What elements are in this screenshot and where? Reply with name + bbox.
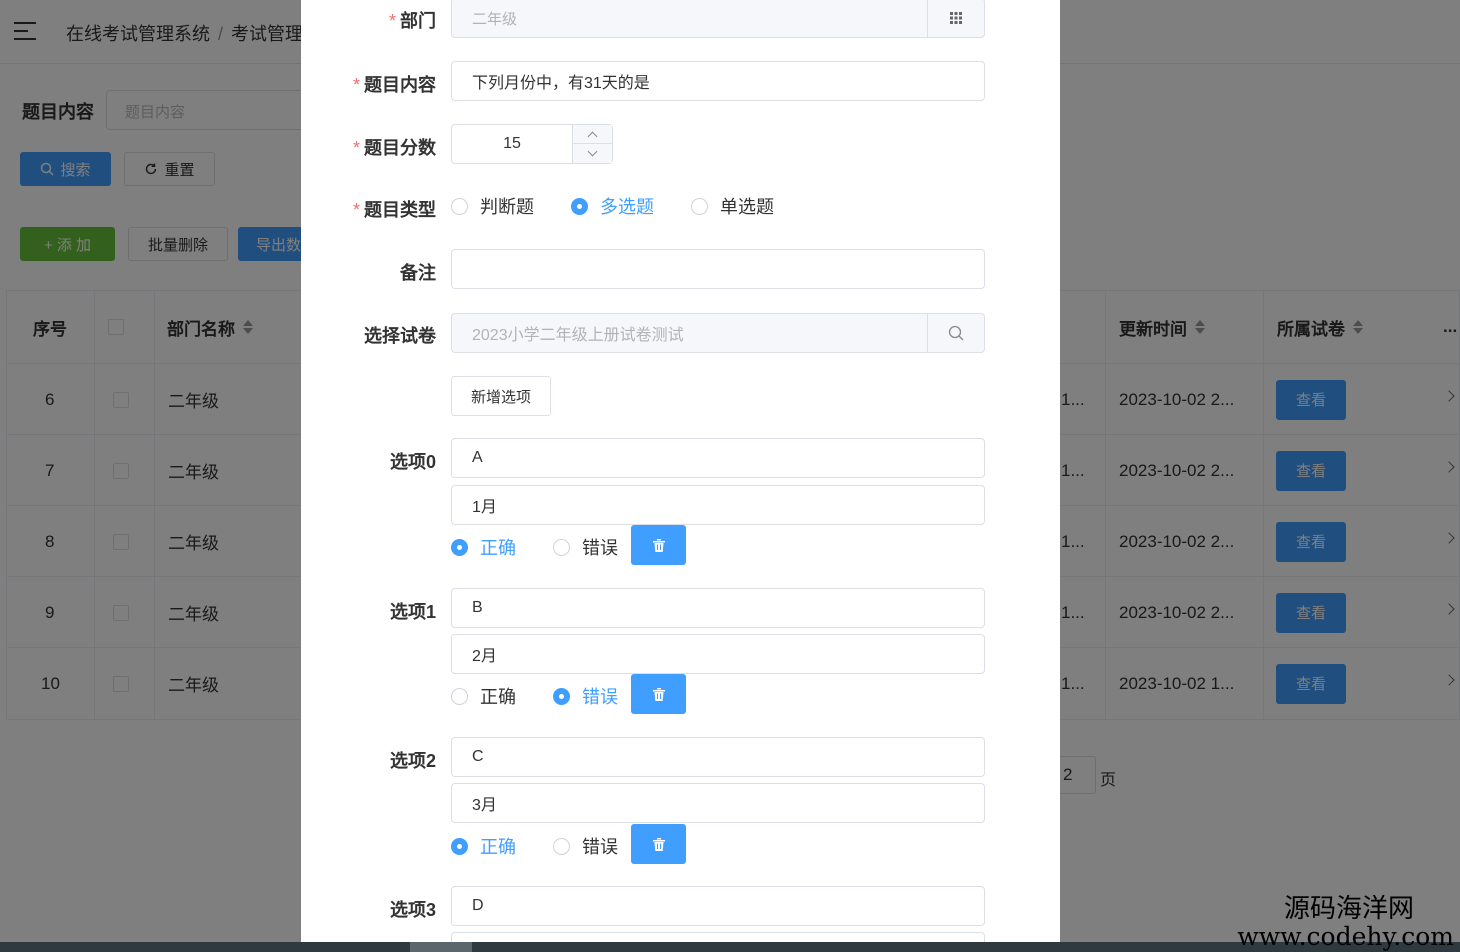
option-key-input[interactable]: B [451, 588, 985, 628]
option-key-input[interactable]: C [451, 737, 985, 777]
add-option-button[interactable]: 新增选项 [451, 376, 551, 416]
paper-value: 2023小学二年级上册试卷测试 [472, 327, 684, 344]
dept-value: 二年级 [472, 10, 518, 28]
option-text-input[interactable]: 3月 [451, 783, 985, 823]
wrong-radio[interactable]: 错误 [553, 683, 631, 709]
option-label: 选项2 [389, 751, 436, 771]
option-key-input[interactable]: A [451, 438, 985, 478]
type-radio-multi[interactable]: 多选题 [571, 193, 691, 219]
increase-icon[interactable] [573, 125, 612, 144]
delete-option-button[interactable] [631, 674, 686, 714]
option-correct-group: 正确 错误 [451, 527, 631, 567]
correct-radio[interactable]: 正确 [451, 534, 553, 560]
score-stepper[interactable]: 15 [451, 124, 613, 164]
decrease-icon[interactable] [573, 144, 612, 163]
trash-icon [652, 837, 665, 851]
option-text-input[interactable]: 2月 [451, 634, 985, 674]
remark-input[interactable] [451, 249, 985, 289]
paper-label: 选择试卷 [364, 326, 436, 346]
remark-label: 备注 [400, 263, 436, 283]
delete-option-button[interactable] [631, 824, 686, 864]
dept-label: * 部门 [388, 11, 436, 31]
option-label: 选项1 [389, 602, 436, 622]
watermark: 源码海洋网 www.codehy.com [1237, 896, 1454, 949]
score-value[interactable]: 15 [452, 125, 572, 163]
dept-select[interactable]: 二年级 [451, 0, 985, 38]
option-label: 选项0 [389, 452, 436, 472]
edit-question-dialog: * 部门 二年级 * 题目内容 下列月份中，有31天的是 * 题目分数 15 * 题目类… [301, 0, 1060, 944]
type-radio-group: 判断题 多选题 单选题 [451, 186, 811, 226]
score-label: * 题目分数 [352, 138, 436, 158]
grid-icon[interactable] [927, 0, 984, 37]
correct-radio[interactable]: 正确 [451, 833, 553, 859]
correct-radio[interactable]: 正确 [451, 683, 553, 709]
content-input[interactable]: 下列月份中，有31天的是 [451, 61, 985, 101]
option-text-input[interactable]: 1月 [451, 485, 985, 525]
scrollbar-thumb[interactable] [410, 942, 472, 952]
option-label: 选项3 [389, 900, 436, 920]
option-correct-group: 正确 错误 [451, 676, 631, 716]
option-key-input[interactable]: D [451, 886, 985, 926]
option-correct-group: 正确 错误 [451, 826, 631, 866]
wrong-radio[interactable]: 错误 [553, 534, 631, 560]
trash-icon [652, 538, 665, 552]
watermark-cn: 源码海洋网 [1283, 894, 1414, 924]
content-label: * 题目内容 [352, 75, 436, 95]
search-icon[interactable] [927, 314, 984, 352]
type-radio-single[interactable]: 单选题 [691, 193, 811, 219]
trash-icon [652, 687, 665, 701]
paper-select[interactable]: 2023小学二年级上册试卷测试 [451, 313, 985, 353]
watermark-url: www.codehy.com [1237, 922, 1454, 951]
delete-option-button[interactable] [631, 525, 686, 565]
type-label: * 题目类型 [352, 200, 436, 220]
type-radio-judge[interactable]: 判断题 [451, 193, 571, 219]
wrong-radio[interactable]: 错误 [553, 833, 631, 859]
